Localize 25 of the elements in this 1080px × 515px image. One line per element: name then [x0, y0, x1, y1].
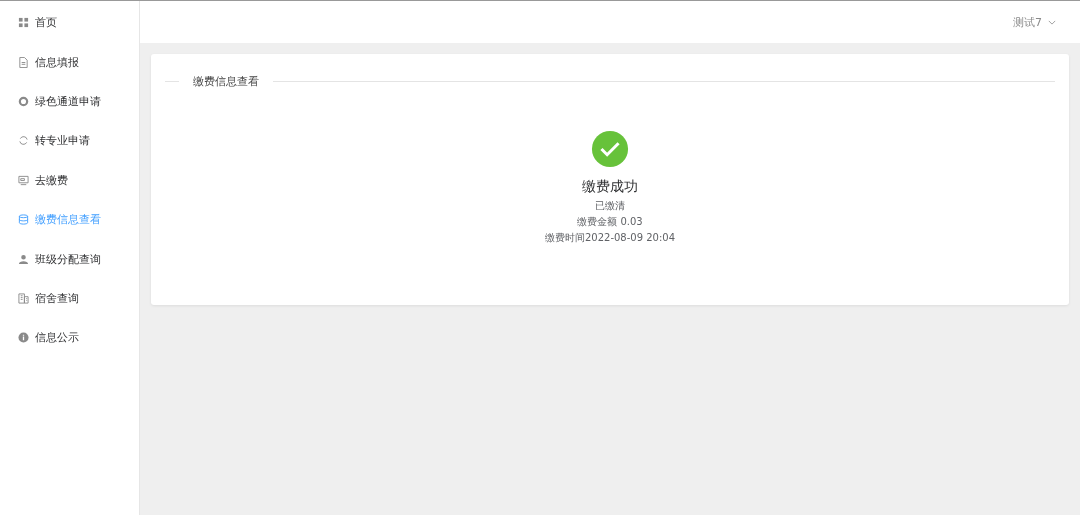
card-icon: [18, 174, 29, 186]
caret-icon: [1048, 19, 1056, 25]
info-icon: [18, 332, 29, 344]
sidebar-item[interactable]: 班级分配查询: [0, 239, 139, 279]
payment-status: 已缴清: [595, 199, 625, 213]
sidebar-item[interactable]: 绿色通道申请: [0, 81, 139, 122]
user-menu[interactable]: 测试7: [1013, 14, 1056, 30]
sidebar-item[interactable]: 宿舍查询: [0, 278, 139, 319]
success-check-icon: [591, 130, 629, 168]
document-icon: [18, 56, 29, 68]
database-icon: [18, 214, 29, 226]
sidebar-item[interactable]: 信息公示: [0, 318, 139, 358]
refresh-icon: [18, 135, 29, 147]
payment-time: 缴费时间2022-08-09 20:04: [544, 231, 676, 245]
sidebar-item[interactable]: 去缴费: [0, 160, 139, 200]
building-icon: [18, 292, 29, 304]
sidebar-item[interactable]: 信息填报: [0, 42, 139, 82]
ring-icon: [18, 95, 29, 107]
sidebar-item[interactable]: 首页: [0, 3, 139, 43]
section-title: 缴费信息查看: [193, 74, 259, 89]
result-title: 缴费成功: [582, 178, 638, 196]
person-icon: [18, 253, 29, 265]
payment-amount: 缴费金额 0.03: [577, 215, 643, 229]
sidebar-item[interactable]: 转专业申请: [0, 121, 139, 161]
grid-icon: [18, 17, 29, 29]
